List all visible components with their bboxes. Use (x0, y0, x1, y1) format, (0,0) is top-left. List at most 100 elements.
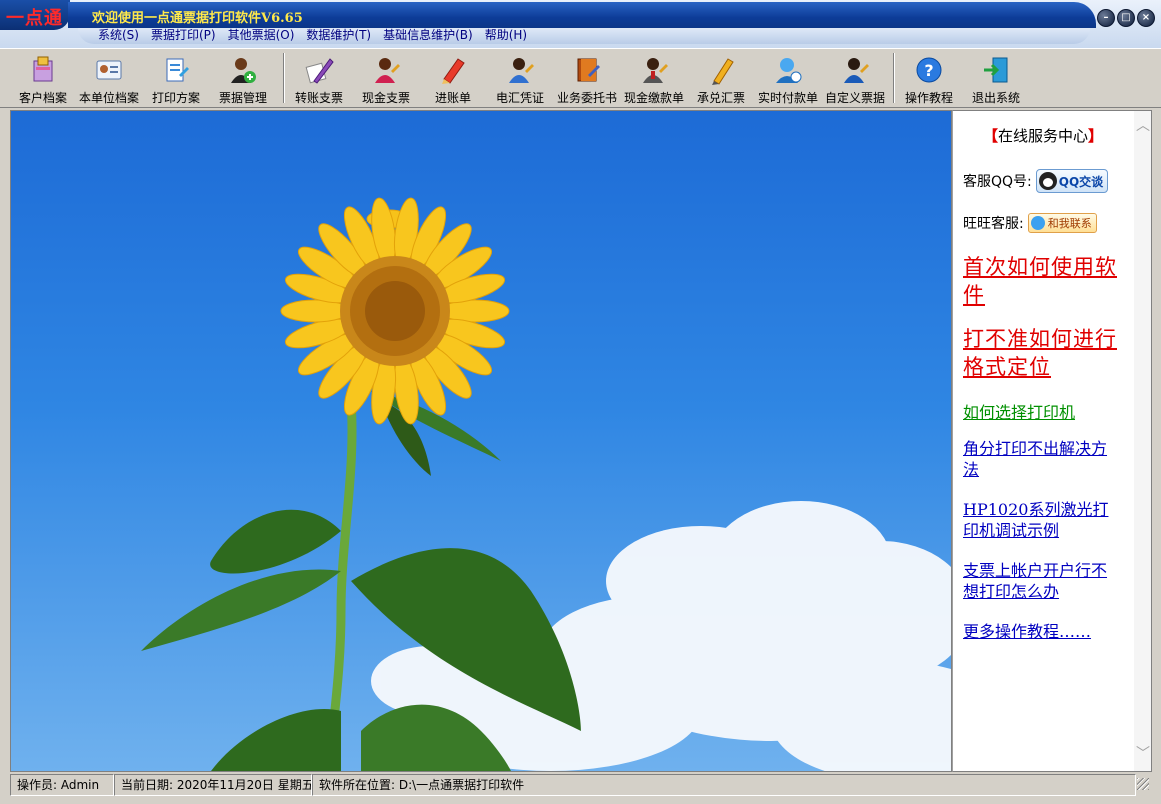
toolbar-label: 转账支票 (294, 91, 343, 105)
menu-bill-print[interactable]: 票据打印(P) (151, 26, 216, 44)
bracket-left: 【 (982, 127, 998, 145)
toolbar-transfer-check[interactable]: 转账支票 (286, 53, 352, 105)
status-date: 当前日期: 2020年11月20日 星期五 (114, 774, 312, 796)
wangwang-contact-row: 旺旺客服: 和我联系 (963, 213, 1097, 233)
link-format-positioning[interactable]: 打不准如何进行格式定位 (963, 325, 1123, 381)
toolbar-separator (893, 53, 895, 103)
toolbar-label: 操作教程 (904, 91, 953, 105)
menu-other-bills[interactable]: 其他票据(O) (228, 26, 295, 44)
menu-help[interactable]: 帮助(H) (485, 26, 527, 44)
service-center-header: 【在线服务中心】 (953, 125, 1133, 146)
toolbar-exit[interactable]: 退出系统 (963, 53, 1029, 105)
toolbar-realtime-payment[interactable]: 实时付款单 (755, 53, 821, 105)
qq-contact-row: 客服QQ号: QQ交谈 (963, 169, 1109, 193)
window-version: V6.65 (261, 11, 303, 26)
toolbar-help[interactable]: ? 操作教程 (896, 53, 962, 105)
toolbar-label: 现金支票 (361, 91, 410, 105)
toolbar-cash-payment[interactable]: 现金缴款单 (621, 53, 687, 105)
link-account-bank[interactable]: 支票上帐户开户行不想打印怎么办 (963, 560, 1113, 602)
link-select-printer[interactable]: 如何选择打印机 (963, 399, 1123, 423)
transfer-check-icon (304, 55, 334, 85)
toolbar-customer-file[interactable]: 客户档案 (10, 53, 76, 105)
status-location: 软件所在位置: D:\一点通票据打印软件 (312, 774, 1136, 796)
cash-payment-icon (639, 55, 669, 85)
menu-base-info[interactable]: 基础信息维护(B) (383, 26, 473, 44)
toolbar-label: 实时付款单 (757, 91, 818, 105)
logo-tab: 一点通 (0, 0, 70, 30)
svg-text:?: ? (924, 61, 933, 80)
close-icon[interactable]: × (1137, 9, 1155, 27)
wangwang-contact-button[interactable]: 和我联系 (1027, 213, 1097, 233)
sunflower-petal (440, 299, 510, 323)
sunflower-petal (280, 299, 350, 323)
toolbar-separator (283, 53, 285, 103)
wire-voucher-icon (505, 55, 535, 85)
bracket-right: 】 (1088, 127, 1104, 145)
toolbar-label: 电汇凭证 (495, 91, 544, 105)
acceptance-bill-icon (706, 55, 736, 85)
window-title: 欢迎使用一点通票据打印软件V6.65 (92, 7, 303, 26)
toolbar-bill-manage[interactable]: 票据管理 (210, 53, 276, 105)
help-icon: ? (914, 55, 944, 85)
menu-bar: 系统(S) 票据打印(P) 其他票据(O) 数据维护(T) 基础信息维护(B) … (98, 26, 539, 44)
toolbar-label: 本单位档案 (78, 91, 139, 105)
link-hp1020[interactable]: HP1020系列激光打印机调试示例 (963, 499, 1113, 541)
minimize-icon[interactable]: – (1097, 9, 1115, 27)
service-center-title: 在线服务中心 (997, 127, 1088, 145)
toolbar-label: 业务委托书 (556, 91, 617, 105)
qq-chat-button[interactable]: QQ交谈 (1035, 169, 1109, 193)
status-bar: 操作员: Admin 当前日期: 2020年11月20日 星期五 软件所在位置:… (0, 772, 1161, 804)
maximize-icon[interactable]: □ (1117, 9, 1135, 27)
cash-check-icon (371, 55, 401, 85)
window-controls: – □ × (1097, 9, 1155, 27)
toolbar-label: 进账单 (434, 91, 471, 105)
link-first-use[interactable]: 首次如何使用软件 (963, 253, 1123, 309)
customer-file-icon (28, 55, 58, 85)
print-scheme-icon (161, 55, 191, 85)
toolbar-custom-bill[interactable]: 自定义票据 (822, 53, 888, 105)
resize-grip-icon[interactable] (1137, 778, 1149, 790)
sunflower-picture (141, 197, 951, 771)
scroll-down-icon[interactable]: ﹀ (1136, 743, 1150, 763)
toolbar-label: 自定义票据 (824, 91, 885, 105)
deposit-slip-icon (438, 55, 468, 85)
toolbar-label: 承兑汇票 (696, 91, 745, 105)
menu-system[interactable]: 系统(S) (98, 26, 139, 44)
exit-icon (981, 55, 1011, 85)
menu-data-maintenance[interactable]: 数据维护(T) (306, 26, 371, 44)
sidebar-scrollbar[interactable]: ︿ ﹀ (1134, 111, 1151, 771)
window-title-text: 欢迎使用一点通票据打印软件 (92, 11, 262, 26)
link-more-tutorials[interactable]: 更多操作教程…… (963, 621, 1123, 642)
background-picture (10, 110, 952, 772)
status-operator: 操作员: Admin (10, 774, 114, 796)
wangwang-label: 旺旺客服: (963, 216, 1024, 232)
toolbar-deposit-slip[interactable]: 进账单 (420, 53, 486, 105)
scroll-up-icon[interactable]: ︿ (1136, 115, 1150, 135)
qq-penguin-icon (1038, 172, 1057, 190)
toolbar-acceptance-bill[interactable]: 承兑汇票 (688, 53, 754, 105)
toolbar-label: 票据管理 (218, 91, 267, 105)
wangwang-icon (1030, 216, 1045, 230)
company-file-icon (94, 55, 124, 85)
toolbar-label: 客户档案 (18, 91, 67, 105)
realtime-payment-icon (773, 55, 803, 85)
bill-manage-icon (228, 55, 258, 85)
toolbar-label: 现金缴款单 (623, 91, 684, 105)
service-sidebar: 【在线服务中心】 客服QQ号: QQ交谈 旺旺客服: 和我联系 首次如何使用软件… (952, 110, 1152, 772)
toolbar-print-scheme[interactable]: 打印方案 (143, 53, 209, 105)
custom-bill-icon (840, 55, 870, 85)
qq-button-label: QQ交谈 (1058, 174, 1104, 189)
qq-label: 客服QQ号: (963, 174, 1032, 190)
app-logo: 一点通 (6, 8, 63, 29)
toolbar-wire-voucher[interactable]: 电汇凭证 (487, 53, 553, 105)
toolbar: 客户档案 本单位档案 打印方案 票据管理 转账支票 现金支票 进账单 电汇凭证 … (0, 48, 1161, 108)
toolbar-label: 打印方案 (151, 91, 200, 105)
toolbar-label: 退出系统 (971, 91, 1020, 105)
toolbar-company-file[interactable]: 本单位档案 (76, 53, 142, 105)
business-entrust-icon (572, 55, 602, 85)
wangwang-button-label: 和我联系 (1047, 217, 1092, 230)
toolbar-business-entrust[interactable]: 业务委托书 (554, 53, 620, 105)
link-fraction-print[interactable]: 角分打印不出解决方法 (963, 438, 1113, 480)
toolbar-cash-check[interactable]: 现金支票 (353, 53, 419, 105)
title-bar: 一点通 欢迎使用一点通票据打印软件V6.65 系统(S) 票据打印(P) 其他票… (0, 0, 1161, 48)
